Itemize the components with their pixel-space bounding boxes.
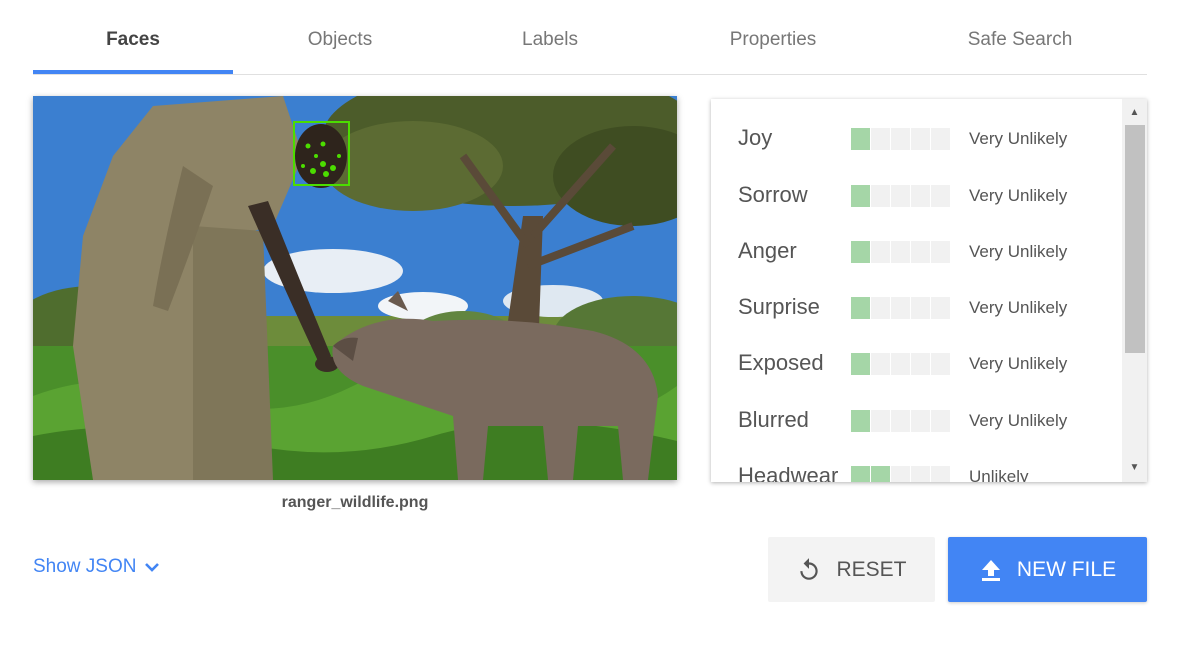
likelihood-meter (851, 128, 953, 150)
meter-segment (891, 410, 910, 432)
likelihood-label: Exposed (738, 350, 824, 375)
tab-bar: Faces Objects Labels Properties Safe Sea… (33, 0, 1147, 75)
meter-segment (851, 466, 870, 482)
meter-segment (851, 353, 870, 375)
chevron-down-icon (145, 563, 160, 572)
image-filename: ranger_wildlife.png (281, 494, 429, 511)
reset-label: RESET (836, 557, 907, 581)
scroll-down-arrow-icon[interactable]: ▼ (1122, 458, 1147, 478)
likelihood-row-joy: Joy Very Unlikely (738, 119, 1118, 159)
meter-segment (911, 185, 930, 207)
analyzed-image (33, 96, 677, 480)
ranger-rhino-photo (33, 96, 677, 480)
meter-segment (851, 241, 870, 263)
panel-scrollbar[interactable]: ▲ ▼ (1122, 99, 1147, 482)
likelihood-meter (851, 466, 953, 482)
meter-segment (891, 466, 910, 482)
meter-segment (851, 128, 870, 150)
meter-segment (871, 353, 890, 375)
meter-segment (851, 410, 870, 432)
likelihood-label: Blurred (738, 407, 809, 432)
new-file-label: NEW FILE (1016, 557, 1117, 581)
likelihood-value: Very Unlikely (969, 298, 1068, 317)
likelihood-meter (851, 185, 953, 207)
likelihood-value: Very Unlikely (969, 411, 1068, 430)
likelihood-value: Very Unlikely (969, 242, 1068, 261)
show-json-toggle[interactable]: Show JSON (33, 556, 160, 578)
meter-segment (911, 128, 930, 150)
meter-segment (871, 410, 890, 432)
meter-segment (891, 185, 910, 207)
tab-labels[interactable]: Labels (450, 0, 650, 74)
meter-segment (911, 410, 930, 432)
likelihood-row-blurred: Blurred Very Unlikely (738, 401, 1118, 441)
tab-objects[interactable]: Objects (240, 0, 440, 74)
meter-segment (931, 297, 950, 319)
meter-segment (931, 241, 950, 263)
meter-segment (931, 128, 950, 150)
show-json-label: Show JSON (33, 556, 137, 577)
meter-segment (871, 185, 890, 207)
meter-segment (851, 185, 870, 207)
meter-segment (891, 128, 910, 150)
scroll-up-arrow-icon[interactable]: ▲ (1122, 103, 1147, 123)
likelihood-row-headwear: Headwear Unlikely (738, 457, 1118, 482)
meter-segment (911, 466, 930, 482)
meter-segment (911, 297, 930, 319)
meter-segment (931, 353, 950, 375)
likelihood-label: Anger (738, 238, 797, 263)
likelihood-meter (851, 241, 953, 263)
likelihood-row-surprise: Surprise Very Unlikely (738, 288, 1118, 328)
likelihood-label: Headwear (738, 463, 839, 482)
meter-segment (871, 297, 890, 319)
meter-segment (871, 128, 890, 150)
likelihood-meter (851, 410, 953, 432)
meter-segment (871, 241, 890, 263)
scroll-thumb[interactable] (1125, 125, 1145, 353)
reset-icon (800, 557, 819, 580)
likelihood-meter (851, 297, 953, 319)
tab-safe-search[interactable]: Safe Search (920, 0, 1120, 74)
upload-icon (981, 559, 1000, 581)
likelihood-value: Very Unlikely (969, 129, 1068, 148)
face-attributes-panel: Joy Very Unlikely Sorrow Very Unlikely Anger… (711, 99, 1147, 482)
reset-button[interactable]: RESET (768, 537, 935, 602)
meter-segment (891, 297, 910, 319)
likelihood-label: Surprise (738, 294, 820, 319)
active-tab-indicator (33, 70, 233, 74)
likelihood-value: Unlikely (969, 467, 1029, 482)
meter-segment (931, 185, 950, 207)
likelihood-row-exposed: Exposed Very Unlikely (738, 344, 1118, 384)
likelihood-row-anger: Anger Very Unlikely (738, 232, 1118, 272)
likelihood-value: Very Unlikely (969, 186, 1068, 205)
meter-segment (891, 241, 910, 263)
likelihood-label: Sorrow (738, 182, 808, 207)
tab-properties[interactable]: Properties (673, 0, 873, 74)
likelihood-value: Very Unlikely (969, 354, 1068, 373)
meter-segment (911, 241, 930, 263)
meter-segment (931, 410, 950, 432)
meter-segment (911, 353, 930, 375)
tab-faces[interactable]: Faces (33, 0, 233, 74)
likelihood-meter (851, 353, 953, 375)
meter-segment (891, 353, 910, 375)
new-file-button[interactable]: NEW FILE (948, 537, 1147, 602)
likelihood-label: Joy (738, 125, 773, 150)
likelihood-list: Joy Very Unlikely Sorrow Very Unlikely Anger… (711, 99, 1121, 482)
meter-segment (931, 466, 950, 482)
likelihood-row-sorrow: Sorrow Very Unlikely (738, 176, 1118, 216)
meter-segment (871, 466, 890, 482)
meter-segment (851, 297, 870, 319)
